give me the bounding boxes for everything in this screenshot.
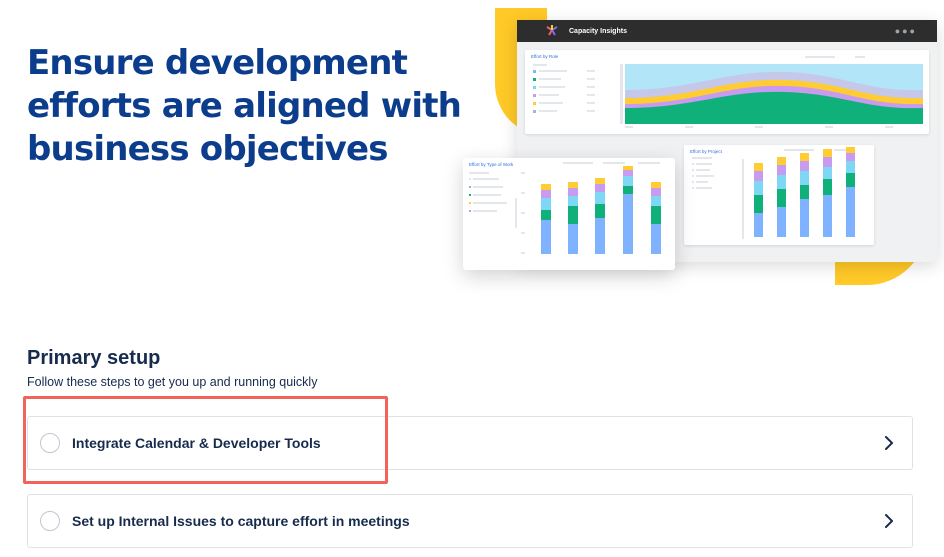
chart-bar-segment [651, 182, 661, 188]
chart-bar-segment [754, 213, 763, 237]
setup-title: Primary setup [27, 347, 161, 369]
chart-bar-segment [651, 188, 661, 196]
chart-bar-segment [777, 189, 786, 207]
chart-bar-segment [754, 195, 763, 213]
chart-bar-segment [800, 161, 809, 171]
chart-bar-segment [754, 171, 763, 181]
chart-bar-segment [623, 194, 633, 254]
chart-bar-segment [595, 178, 605, 184]
chart-bar-segment [800, 171, 809, 185]
chart-bar-segment [568, 224, 578, 254]
chart-bar-segment [823, 149, 832, 157]
chart-bar-segment [754, 163, 763, 171]
chevron-right-icon[interactable] [882, 434, 896, 452]
hero-title: Ensure development efforts are aligned w… [27, 43, 462, 169]
effort-by-project-panel: Effort by Project [684, 145, 874, 245]
dashboard-header: Capacity Insights ●●● [517, 20, 937, 42]
chart-bar-segment [800, 185, 809, 199]
effort-by-type-of-work-chart [469, 162, 661, 254]
chart-bar-segment [846, 173, 855, 187]
effort-by-project-chart [692, 147, 855, 239]
chart-bar-segment [651, 196, 661, 206]
setup-step-internal-issues[interactable]: Set up Internal Issues to capture effort… [27, 494, 913, 548]
chart-bar-segment [823, 157, 832, 167]
setup-step-integrate-tools[interactable]: Integrate Calendar & Developer Tools [27, 416, 913, 470]
chart-bar-segment [754, 181, 763, 195]
step-label: Integrate Calendar & Developer Tools [72, 435, 321, 451]
capacity-insights-logo-icon [546, 25, 558, 36]
chevron-right-icon[interactable] [882, 512, 896, 530]
chart-bar-segment [800, 153, 809, 161]
panel-title: Effort by Type of Work [469, 162, 514, 167]
chart-bar-segment [595, 204, 605, 218]
chart-bar-segment [623, 166, 633, 170]
chart-bar-segment [846, 153, 855, 161]
chart-bar-segment [541, 190, 551, 198]
chart-bar-segment [595, 184, 605, 192]
hero-illustration: Capacity Insights ●●● Effort by Role Eff… [455, 0, 944, 300]
chart-bar-segment [800, 199, 809, 237]
chart-bar-segment [623, 176, 633, 186]
chart-bar-segment [623, 186, 633, 194]
chart-bar-segment [777, 157, 786, 165]
step-label: Set up Internal Issues to capture effort… [72, 513, 410, 529]
chart-bar-segment [846, 161, 855, 173]
chart-bar-segment [595, 218, 605, 254]
chart-bar-segment [541, 220, 551, 254]
chart-bar-segment [541, 184, 551, 190]
chart-bar-segment [823, 179, 832, 195]
panel-title: Effort by Project [690, 149, 722, 154]
chart-bar-segment [777, 165, 786, 175]
dashboard-app-title: Capacity Insights [569, 27, 627, 35]
chart-bar-segment [595, 192, 605, 204]
setup-subtitle: Follow these steps to get you up and run… [27, 375, 318, 389]
effort-by-role-chart [533, 56, 923, 128]
chart-bar-segment [568, 206, 578, 224]
chart-bar-segment [846, 147, 855, 153]
chart-bar-segment [651, 224, 661, 254]
chart-bar-segment [823, 195, 832, 237]
chart-bar-segment [541, 198, 551, 210]
chart-bar-segment [568, 196, 578, 206]
chart-bar-segment [777, 175, 786, 189]
panel-title: Effort by Role [531, 54, 559, 59]
chart-bar-segment [623, 170, 633, 176]
chart-bar-segment [568, 182, 578, 188]
chart-bar-segment [651, 206, 661, 224]
chart-bar-segment [541, 210, 551, 220]
effort-by-type-of-work-panel: Effort by Type of Work [463, 158, 675, 270]
chart-bar-segment [568, 188, 578, 196]
step-status-radio[interactable] [40, 511, 60, 531]
effort-by-role-panel: Effort by Role [525, 50, 929, 134]
more-dots-icon: ●●● [894, 26, 917, 36]
chart-bar-segment [777, 207, 786, 237]
chart-bar-segment [846, 187, 855, 237]
chart-bar-segment [823, 167, 832, 179]
step-status-radio[interactable] [40, 433, 60, 453]
